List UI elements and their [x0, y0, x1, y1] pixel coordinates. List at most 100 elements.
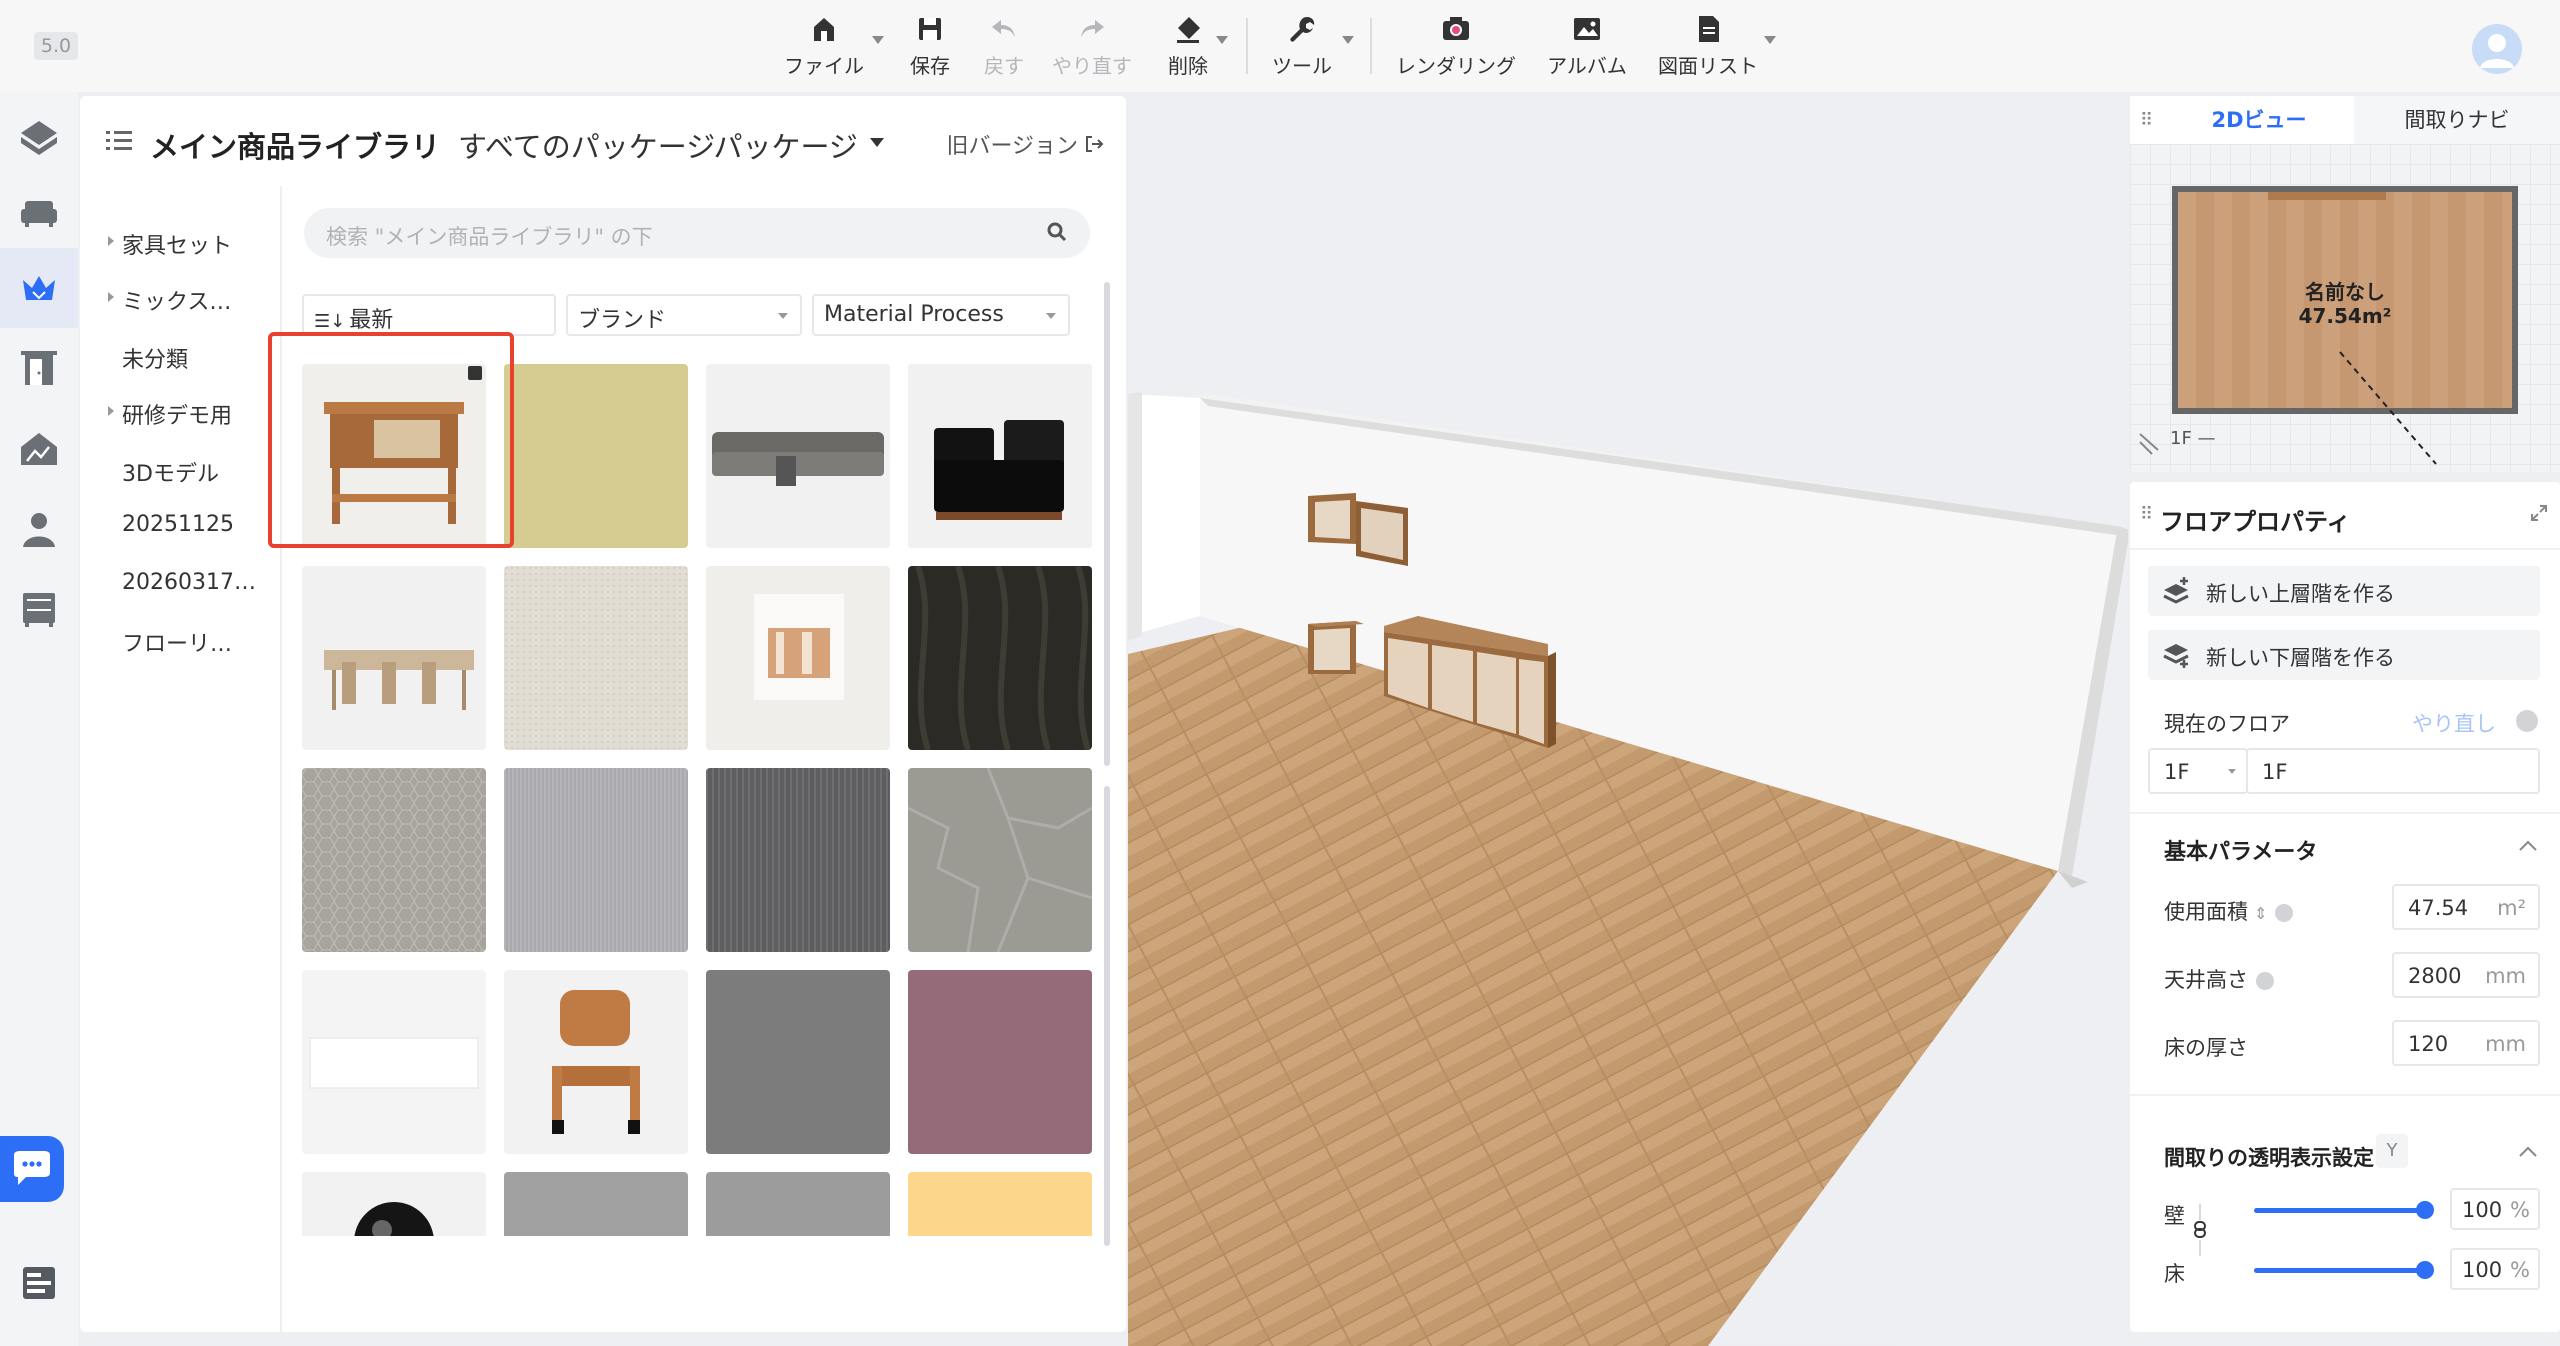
collapse-chevron-icon[interactable] — [2518, 1146, 2538, 1158]
product-tile-ball-icon[interactable] — [302, 1172, 486, 1236]
category-item[interactable]: 20251125 — [122, 512, 234, 537]
file-button[interactable]: ファイル — [778, 12, 870, 82]
collapse-chevron-icon[interactable] — [2518, 840, 2538, 852]
nav-furniture[interactable] — [12, 186, 66, 240]
floor-thickness-input[interactable]: 120 mm — [2392, 1020, 2540, 1066]
search-icon[interactable] — [1046, 221, 1068, 243]
floor-thickness-label: 床の厚さ — [2164, 1036, 2248, 1060]
nav-house[interactable] — [12, 422, 66, 476]
floor-opacity-input[interactable]: 100% — [2450, 1248, 2540, 1290]
wall-opacity-input[interactable]: 100% — [2450, 1188, 2540, 1230]
category-item[interactable]: 未分類 — [122, 342, 188, 374]
save-button[interactable]: 保存 — [900, 12, 960, 82]
package-selector[interactable]: すべてのパッケージパッケージ — [458, 124, 858, 166]
category-item[interactable]: 3Dモデル — [122, 456, 219, 488]
product-tile-stone-texture[interactable] — [908, 768, 1092, 952]
nav-layout[interactable] — [12, 1256, 66, 1310]
area-input[interactable]: 47.54 m² — [2392, 884, 2540, 930]
product-tile-wood-texture[interactable] — [908, 566, 1092, 750]
product-tile-swatch[interactable] — [706, 970, 890, 1154]
library-search-input[interactable]: 検索 "メイン商品ライブラリ" の下 — [304, 208, 1090, 258]
3d-scene[interactable] — [1128, 96, 2128, 1346]
nav-library[interactable] — [0, 248, 78, 328]
cube-icon — [21, 121, 57, 155]
product-tile-frame-icon[interactable] — [706, 566, 890, 750]
product-tile-linen-texture[interactable] — [504, 768, 688, 952]
floor-redo-link[interactable]: やり直し — [2412, 708, 2496, 738]
brand-filter[interactable]: ブランド — [566, 294, 802, 336]
delete-button[interactable]: 削除 — [1160, 12, 1216, 82]
right-panel: ⠿ 2Dビュー 間取りナビ 名前なし 47.54m² 1F — ⠿ フロアプロパ… — [2130, 96, 2560, 1346]
material-filter[interactable]: Material Process — [812, 294, 1070, 336]
ceiling-height-input[interactable]: 2800 mm — [2392, 952, 2540, 998]
tab-2d-view[interactable]: 2Dビュー — [2164, 96, 2354, 144]
product-tile-pattern-texture[interactable] — [302, 768, 486, 952]
file-icon — [814, 18, 834, 41]
category-item[interactable]: 20260317… — [122, 570, 256, 595]
product-tile-swatch[interactable] — [504, 1172, 688, 1236]
undo-button[interactable]: 戻す — [976, 12, 1032, 82]
product-tile-fabric-texture[interactable] — [504, 566, 688, 750]
floor-opacity-slider[interactable] — [2254, 1261, 2434, 1279]
cube-cabinet-model[interactable] — [1308, 621, 1364, 674]
product-tile-armchairs-icon[interactable] — [908, 364, 1092, 548]
file-dropdown-caret[interactable] — [872, 36, 884, 44]
delete-dropdown-caret[interactable] — [1216, 36, 1228, 44]
tab-floor-nav[interactable]: 間取りナビ — [2354, 96, 2560, 144]
redo-button[interactable]: やり直す — [1046, 12, 1138, 82]
nav-doors-windows[interactable] — [12, 340, 66, 394]
list-menu-icon[interactable] — [106, 130, 132, 152]
tools-dropdown-caret[interactable] — [1342, 36, 1354, 44]
album-button[interactable]: アルバム — [1546, 12, 1628, 82]
panel-scrollbar[interactable] — [1104, 786, 1110, 1246]
new-lower-floor-button[interactable]: 新しい下層階を作る — [2148, 630, 2540, 680]
crown-icon — [23, 276, 55, 300]
minimap-direction-line — [2139, 351, 2437, 465]
nav-floorplan[interactable] — [12, 110, 66, 164]
drag-handle-icon[interactable]: ⠿ — [2140, 110, 2153, 131]
minimap-card: ⠿ 2Dビュー 間取りナビ 名前なし 47.54m² 1F — — [2130, 96, 2560, 472]
product-tile-swatch[interactable] — [706, 1172, 890, 1236]
grid-scrollbar[interactable] — [1104, 282, 1110, 766]
product-tile-sofa-icon[interactable] — [706, 364, 890, 548]
nav-cabinet[interactable] — [12, 582, 66, 636]
minimap-canvas[interactable]: 名前なし 47.54m² 1F — — [2130, 144, 2560, 472]
link-icon[interactable] — [2190, 1202, 2210, 1258]
selected-tile-highlight — [268, 332, 514, 548]
product-tile-swatch[interactable] — [908, 970, 1092, 1154]
person-icon — [23, 513, 55, 547]
wall-label: 壁 — [2164, 1204, 2185, 1228]
camera-icon — [1443, 17, 1469, 40]
transparency-heading: 間取りの透明表示設定 — [2164, 1146, 2374, 1170]
old-version-link[interactable]: 旧バージョン — [946, 128, 1104, 160]
category-item[interactable]: 研修デモ用 — [108, 398, 232, 430]
info-icon[interactable] — [468, 366, 482, 380]
product-tile-panel-icon[interactable] — [302, 970, 486, 1154]
category-item[interactable]: フローリ… — [122, 626, 232, 658]
chat-button[interactable] — [0, 1136, 64, 1202]
product-tile-stripe-texture[interactable] — [706, 768, 890, 952]
help-icon[interactable] — [2516, 710, 2538, 732]
floor-properties-panel: ⠿ フロアプロパティ 新しい上層階を作る 新しい下層階を作る 現在のフロア やり… — [2130, 482, 2560, 1332]
category-item[interactable]: 家具セット — [108, 228, 232, 260]
floor-name-input[interactable]: 1F — [2246, 748, 2540, 794]
tools-button[interactable]: ツール — [1264, 12, 1340, 82]
drawing-list-button[interactable]: 図面リスト — [1656, 12, 1760, 82]
wall-opacity-slider[interactable] — [2254, 1201, 2434, 1219]
package-dropdown-caret[interactable] — [870, 138, 884, 147]
new-upper-floor-button[interactable]: 新しい上層階を作る — [2148, 566, 2540, 616]
3d-viewport[interactable]: ··· 2D 3D ··· — [1128, 96, 2128, 1346]
product-tile-chair-icon[interactable] — [504, 970, 688, 1154]
user-avatar[interactable] — [2472, 24, 2522, 74]
category-item[interactable]: ミックス… — [108, 284, 231, 316]
drag-handle-icon[interactable]: ⠿ — [2140, 504, 2153, 525]
render-button[interactable]: レンダリング — [1396, 12, 1516, 82]
expand-icon[interactable] — [2530, 504, 2548, 522]
sort-filter[interactable]: ☰↓ 最新 — [302, 294, 556, 336]
product-tile-swatch[interactable] — [908, 1172, 1092, 1236]
drawing-list-dropdown-caret[interactable] — [1764, 36, 1776, 44]
floor-select[interactable]: 1F — [2148, 748, 2248, 794]
product-tile-dining-set-icon[interactable] — [302, 566, 486, 750]
product-tile-swatch[interactable] — [504, 364, 688, 548]
nav-user[interactable] — [12, 502, 66, 556]
